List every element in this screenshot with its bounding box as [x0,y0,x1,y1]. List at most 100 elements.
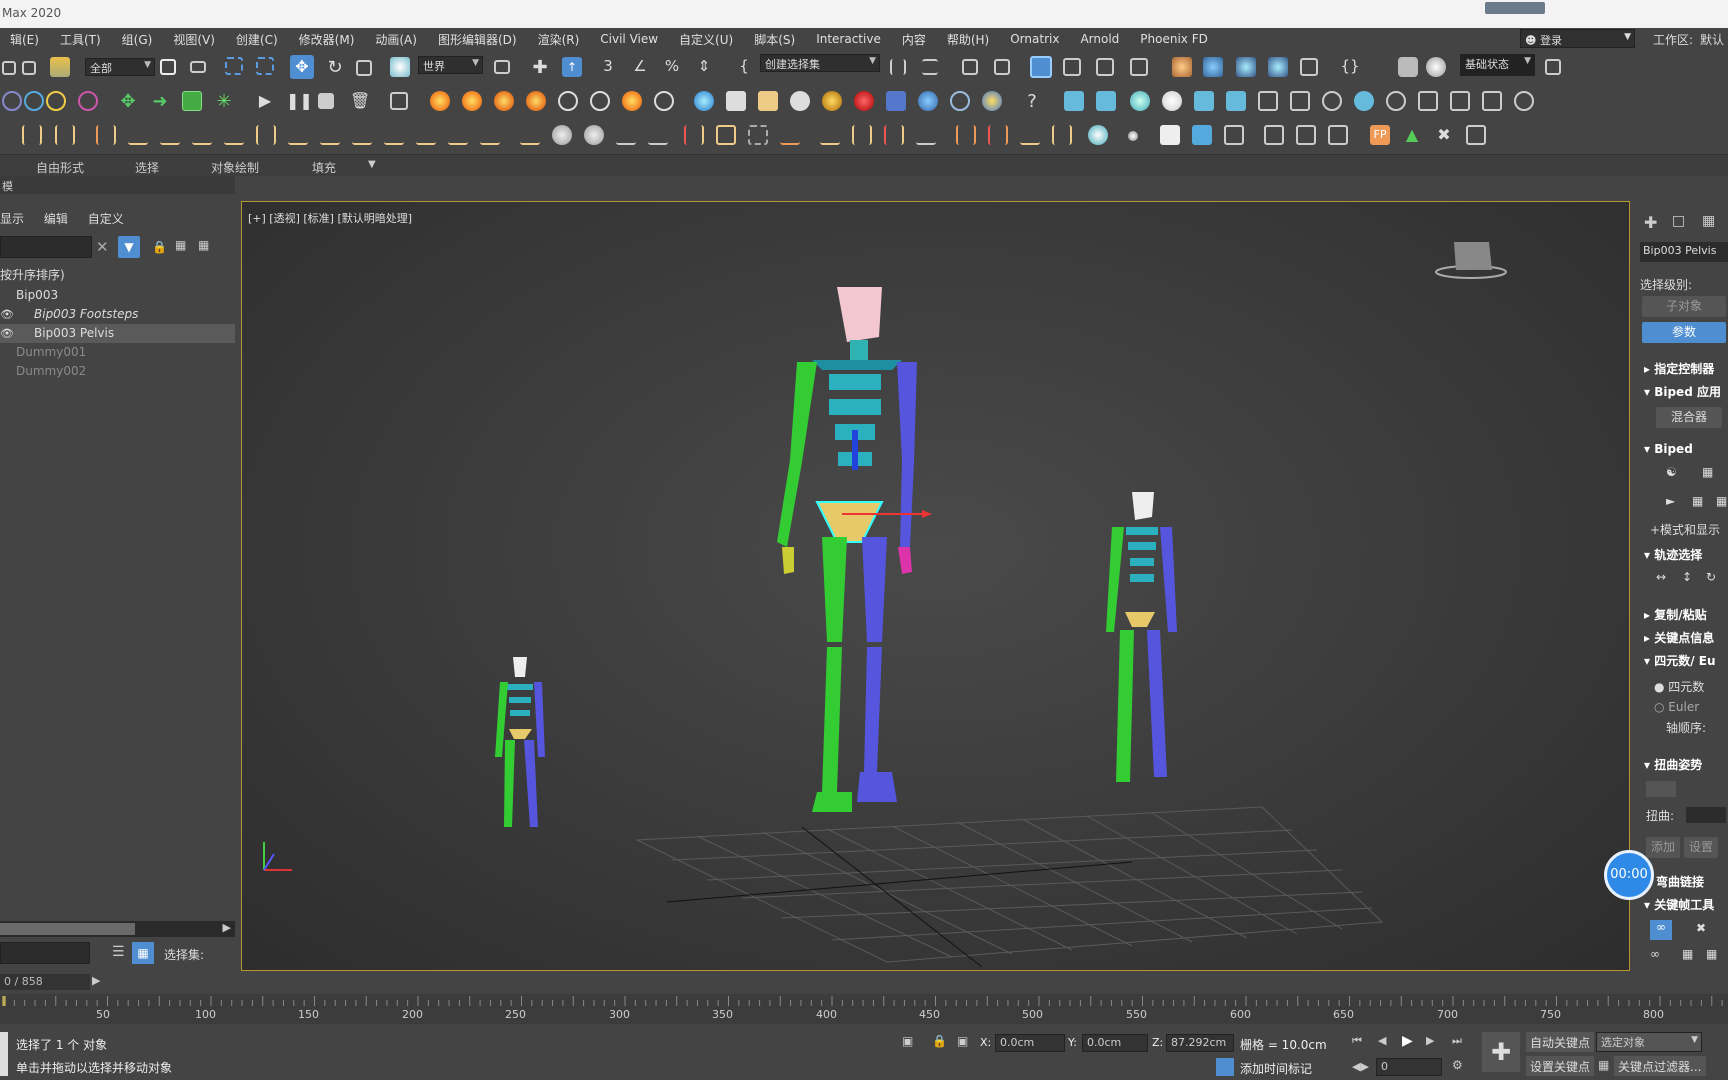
select-and-rotate-icon[interactable]: ↻ [325,57,345,78]
hair-scatter-icon[interactable] [820,125,840,145]
body-rotation-icon[interactable]: ↻ [1706,570,1716,584]
window-crossing-icon[interactable] [256,57,274,75]
select-and-place-icon[interactable] [390,57,410,77]
next-frame-icon[interactable]: ▶ [1426,1034,1434,1047]
rollout-key-info[interactable]: ▸ 关键点信息 [1644,629,1714,646]
hair-edit-icon[interactable] [616,125,636,145]
tab-edit[interactable]: 编辑 [44,212,68,226]
save-state-icon[interactable] [1545,59,1561,75]
list-item[interactable]: 👁 Bip003 Footsteps [0,305,235,324]
cube-icon[interactable] [726,91,746,111]
x-coordinate-field[interactable]: 0.0cm [995,1034,1065,1052]
clear-icon[interactable]: ✕ [96,238,109,256]
smoke-icon[interactable] [558,91,578,111]
shirt-icon[interactable] [1160,125,1180,145]
key-filters-button[interactable]: 关键点过滤器... [1614,1056,1706,1076]
hair-grid-icon[interactable] [716,125,736,145]
hair-tip-icon[interactable] [1020,125,1040,145]
select-by-name-icon[interactable] [190,61,206,73]
explorer-scrollbar[interactable]: ▶ [0,921,235,937]
toggle-ribbon-icon[interactable] [1030,56,1052,78]
save-file-icon[interactable]: ▦ [1716,494,1727,508]
menu-arnold[interactable]: Arnold [1070,32,1130,46]
time-slider[interactable]: 0 / 858 ▶ [0,972,1728,992]
fire-sim-icon[interactable] [494,91,514,111]
pause-icon[interactable]: ❚❚ [286,91,313,111]
object-name-field[interactable]: Bip003 Pelvis [1640,242,1728,262]
oil-icon[interactable] [822,91,842,111]
angle-snap-icon[interactable]: ∠ [630,57,650,77]
twist-pose-arrows[interactable] [1646,781,1676,797]
hair-map-icon[interactable] [884,125,904,145]
render-production-icon[interactable] [1236,57,1256,77]
hair-comb-icon[interactable] [22,125,42,145]
grid-panel-icon[interactable] [1482,91,1502,111]
hair-hash-icon[interactable] [748,125,768,145]
state-sets-dropdown[interactable]: 基础状态 ▼ [1460,54,1535,76]
radio-quaternion[interactable]: ● 四元数 [1654,678,1704,695]
snaps-toggle-icon[interactable]: 3 [598,57,618,77]
rollout-twist-pose[interactable]: ▾ 扭曲姿势 [1644,756,1702,773]
arrow-right-icon[interactable]: ➜ [150,91,170,112]
render-gallery-icon[interactable] [1300,58,1318,76]
footstep-mode-icon[interactable]: ▦ [1702,465,1713,479]
hair-strands-red-icon[interactable] [956,125,976,145]
isolate-selection-icon[interactable]: ▣ [902,1034,913,1048]
frame-counter[interactable]: 0 / 858 [0,974,90,990]
add-twist-button[interactable]: 添加 [1646,837,1680,858]
lock-icon[interactable]: 🔒 [152,240,167,254]
ocean-icon[interactable] [982,91,1002,111]
current-frame-field[interactable]: 0 [1376,1058,1442,1076]
hair-ball-icon[interactable] [552,125,572,145]
set-key-button[interactable]: 设置关键点 [1526,1056,1595,1076]
sphere-icon[interactable] [2,91,22,111]
ies-light-icon[interactable] [1386,91,1406,111]
manipulate-icon[interactable]: ✚ [530,57,550,78]
cup-icon[interactable] [758,91,778,111]
eye-icon[interactable]: 👁 [0,305,14,324]
figure-mode-icon[interactable]: ☯ [1666,465,1677,479]
material-editor-icon[interactable] [1130,58,1148,76]
align-icon[interactable] [922,59,938,75]
rollout-copy-paste[interactable]: ▸ 复制/粘贴 [1644,606,1707,623]
create-tab-icon[interactable]: ✚ [1644,213,1657,232]
table-icon[interactable] [1466,125,1486,145]
menu-customize[interactable]: 自定义(U) [669,31,744,48]
z-coordinate-field[interactable]: 87.292cm [1166,1034,1234,1052]
hair-gravity-icon[interactable] [320,125,340,145]
rollout-quat-euler[interactable]: ▾ 四元数/ Eu [1644,652,1716,669]
rectangular-selection-icon[interactable] [225,57,243,75]
select-object-icon[interactable] [160,59,176,75]
bowl-icon[interactable] [790,91,810,111]
spot-light-icon[interactable] [1194,91,1214,111]
key-loop-icon[interactable]: ∞ [1650,947,1660,961]
hair-frizz-icon[interactable] [160,125,180,145]
liquid-icon[interactable] [694,91,714,111]
bind-space-warp-icon[interactable] [50,57,70,77]
trash-icon[interactable]: 🗑 [350,91,370,111]
hierarchy-view-icon[interactable]: ▦ [132,942,154,964]
previous-frame-icon[interactable]: ◀ [1378,1034,1386,1047]
layers-icon[interactable]: ☰ [112,944,125,960]
subobject-button[interactable]: 子对象 [1642,296,1726,317]
reference-coord-dropdown[interactable]: 世界 ▼ [418,56,483,74]
menu-rendering[interactable]: 渲染(R) [528,31,591,48]
globe-icon[interactable] [1088,125,1108,145]
menu-phoenix[interactable]: Phoenix FD [1130,32,1219,46]
hair-braid-icon[interactable] [352,125,372,145]
mode-display-label[interactable]: +模式和显示 [1650,521,1720,538]
key-mode-icon[interactable]: ◀▶ [1352,1060,1369,1073]
move-cross-icon[interactable]: ✥ [118,91,138,112]
hair-grow-icon[interactable] [128,125,148,145]
menu-content[interactable]: 内容 [892,31,937,48]
fp-icon[interactable]: FP [1370,125,1390,145]
explorer-type-dropdown[interactable] [0,942,90,964]
blue-box-icon[interactable] [886,91,906,111]
hair-surface-icon[interactable] [288,125,308,145]
login-dropdown[interactable]: ☻ 登录 ▼ [1520,29,1635,48]
tab-populate[interactable]: 填充 [312,159,336,176]
hair-brush-icon[interactable] [648,125,668,145]
camera-icon[interactable] [1064,91,1084,111]
key-set-dropdown[interactable]: 选定对象 ▼ [1596,1032,1702,1052]
absolute-mode-icon[interactable]: ▣ [957,1034,968,1048]
